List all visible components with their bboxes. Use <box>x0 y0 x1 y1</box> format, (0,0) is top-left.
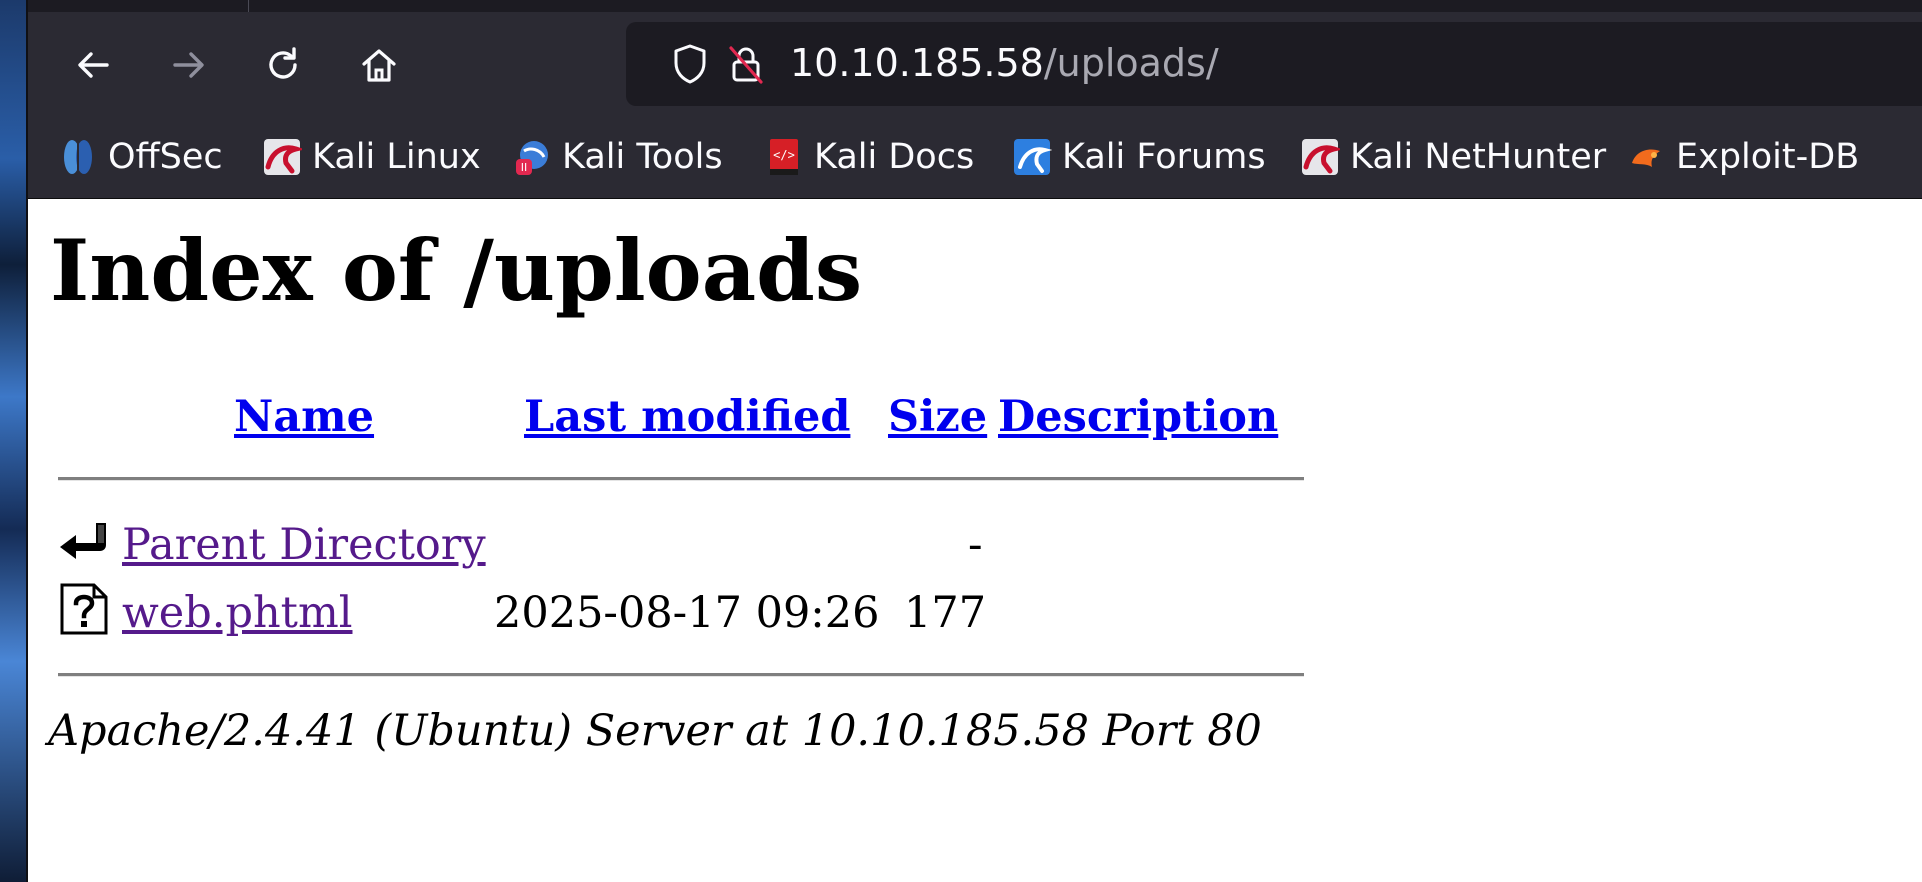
bookmark-label: OffSec <box>108 137 223 177</box>
url-path: /uploads/ <box>1043 41 1219 85</box>
bookmark-kali-tools[interactable]: II Kali Tools <box>512 134 723 180</box>
address-bar[interactable]: 10.10.185.58/uploads/ <box>626 22 1922 106</box>
table-row-link[interactable]: web.phtml <box>122 587 352 639</box>
url-text[interactable]: 10.10.185.58/uploads/ <box>790 40 1219 86</box>
bookmark-label: Kali Linux <box>312 137 481 177</box>
tab-strip <box>28 0 1922 12</box>
url-host: 10.10.185.58 <box>790 41 1044 85</box>
table-row-link[interactable]: Parent Directory <box>122 519 486 571</box>
column-header-description[interactable]: Description <box>998 391 1278 443</box>
shield-icon[interactable] <box>670 42 710 86</box>
row-size: 177 <box>904 588 987 638</box>
bookmarks-toolbar: OffSec Kali Linux II Kali Tools </> Kali… <box>28 116 1922 199</box>
table-divider-bottom <box>58 673 1304 677</box>
bookmark-label: Kali Tools <box>562 137 723 177</box>
column-header-name[interactable]: Name <box>234 391 374 443</box>
kali-dragon-icon <box>1302 139 1340 175</box>
exploit-db-icon <box>1632 149 1660 167</box>
svg-text:</>: </> <box>773 148 795 162</box>
kali-forums-icon <box>1014 139 1052 175</box>
navigation-toolbar: 10.10.185.58/uploads/ <box>28 12 1922 116</box>
kali-docs-icon: </> <box>770 139 798 175</box>
column-header-last-modified[interactable]: Last modified <box>524 391 850 443</box>
kali-tools-icon: II <box>516 141 548 175</box>
bookmark-label: Kali Docs <box>814 137 975 177</box>
reload-icon <box>269 47 297 79</box>
insecure-lock-icon[interactable] <box>726 42 766 86</box>
bookmark-kali-docs[interactable]: </> Kali Docs <box>764 134 974 180</box>
bookmark-kali-forums[interactable]: Kali Forums <box>1012 134 1266 180</box>
unknown-file-icon <box>60 583 108 635</box>
page-content: Index of /uploads Name Last modified Siz… <box>28 199 1922 882</box>
back-folder-icon <box>60 523 106 559</box>
kali-dragon-icon <box>264 139 302 175</box>
row-size: - <box>968 520 983 570</box>
svg-text:II: II <box>521 161 528 174</box>
reload-button[interactable] <box>260 42 306 88</box>
column-header-size[interactable]: Size <box>888 391 987 443</box>
server-signature: Apache/2.4.41 (Ubuntu) Server at 10.10.1… <box>48 706 1262 756</box>
bookmark-offsec[interactable]: OffSec <box>58 134 223 180</box>
bookmark-label: Exploit-DB <box>1676 137 1860 177</box>
bookmark-label: Kali NetHunter <box>1350 137 1607 177</box>
arrow-right-icon <box>173 52 204 78</box>
back-button[interactable] <box>70 42 116 88</box>
home-icon <box>362 49 396 82</box>
arrow-left-icon <box>78 52 109 78</box>
bookmark-exploit-db[interactable]: Exploit-DB <box>1626 134 1859 180</box>
bookmark-kali-nethunter[interactable]: Kali NetHunter <box>1300 134 1606 180</box>
desktop-background <box>0 0 28 882</box>
bookmark-kali-linux[interactable]: Kali Linux <box>262 134 481 180</box>
forward-button[interactable] <box>166 42 212 88</box>
page-title: Index of /uploads <box>50 221 863 320</box>
row-last-modified: 2025-08-17 09:26 <box>494 588 880 638</box>
tab-separator <box>248 0 249 12</box>
offsec-logo-icon <box>64 140 92 174</box>
bookmark-label: Kali Forums <box>1062 137 1266 177</box>
home-button[interactable] <box>356 42 402 88</box>
table-divider-top <box>58 477 1304 481</box>
